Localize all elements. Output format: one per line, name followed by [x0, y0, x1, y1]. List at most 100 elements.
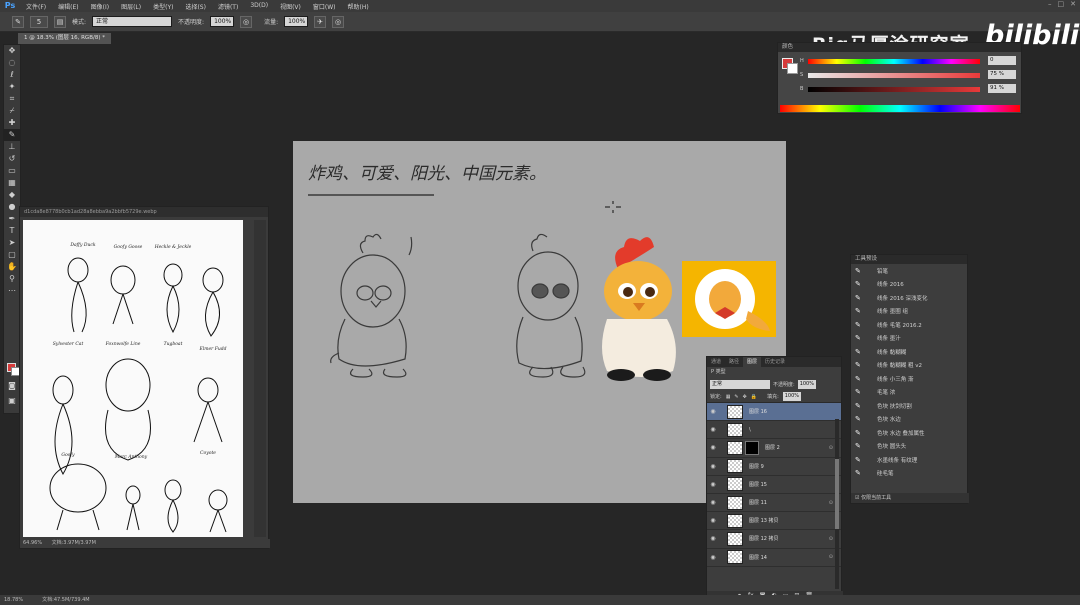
visibility-eye-icon[interactable]: ◉ [707, 444, 719, 451]
visibility-eye-icon[interactable]: ◉ [707, 499, 719, 506]
mode-select[interactable]: 正常 [92, 16, 173, 27]
saturation-value[interactable]: 75 % [988, 70, 1016, 79]
more-tools-icon[interactable]: ⋯ [4, 285, 20, 297]
tool-preset-item[interactable]: ✎ 毛笔 浓 [851, 386, 967, 400]
layer-row[interactable]: ◉ 图层 16 [707, 403, 841, 422]
menu-item[interactable]: 滤镜(T) [212, 2, 244, 11]
hue-value[interactable]: 0 [988, 56, 1016, 65]
pen-tool-icon[interactable]: ✒ [4, 213, 20, 225]
tool-preset-item[interactable]: ✎ 硅毛笔 [851, 467, 967, 481]
eraser-icon[interactable]: ▭ [4, 165, 20, 177]
reference-scrollbar[interactable] [254, 220, 266, 537]
layer-row[interactable]: ◉ 图层 11 ⊙ [707, 494, 841, 513]
menu-item[interactable]: 视图(V) [274, 2, 307, 11]
tool-preset-item[interactable]: ✎ 线条 黏糊糊 [851, 345, 967, 359]
hue-slider[interactable]: H 0 [800, 56, 1016, 65]
visibility-eye-icon[interactable]: ◉ [707, 554, 719, 561]
document-tab[interactable]: 1 @ 18.3% (图层 16, RGB/8) * [18, 33, 111, 44]
lasso-tool-icon[interactable]: ℓ [4, 69, 20, 81]
tool-presets-footer[interactable]: ☑ 仅限当前工具 [851, 493, 969, 503]
tool-preset-item[interactable]: ✎ 铅笔 [851, 264, 967, 278]
brush-tool-icon[interactable]: ✎ [12, 15, 24, 28]
gradient-icon[interactable]: ▦ [4, 177, 20, 189]
layers-scrollbar[interactable] [835, 419, 839, 589]
airbrush-icon[interactable]: ✈ [314, 15, 327, 28]
lock-transparent-icon[interactable]: ▦ [726, 394, 731, 400]
tab-layers[interactable]: 图层 [743, 357, 762, 367]
fill-input[interactable]: 100% [782, 392, 802, 401]
reference-image-window[interactable]: d1cda8e8778b0cb1ad28a8ebba9a2bbfb5729e.w… [19, 206, 270, 549]
color-background-swatch[interactable] [787, 63, 798, 74]
tool-preset-item[interactable]: ✎ 线条 2016 深浅变化 [851, 291, 967, 305]
tab-channels[interactable]: 通道 [707, 357, 725, 367]
layer-filter[interactable]: P 类型 [707, 367, 841, 378]
blur-tool-icon[interactable]: ◆ [4, 189, 20, 201]
brightness-slider[interactable]: B 91 % [800, 84, 1016, 93]
zoom-tool-icon[interactable]: ⚲ [4, 273, 20, 285]
path-select-icon[interactable]: ➤ [4, 237, 20, 249]
layer-row[interactable]: ◉ 图层 15 [707, 476, 841, 494]
history-brush-icon[interactable]: ↺ [4, 153, 20, 165]
tab-history[interactable]: 历史记录 [761, 357, 789, 367]
layer-opacity-input[interactable]: 100% [797, 380, 816, 389]
brightness-value[interactable]: 91 % [988, 84, 1016, 93]
quick-mask-icon[interactable]: ◙ [4, 380, 20, 392]
tool-preset-item[interactable]: ✎ 线条 小三角 渐 [851, 372, 967, 386]
layer-row[interactable]: ◉ 图层 2 ⊙ [707, 439, 841, 458]
menu-item[interactable]: 图层(L) [115, 2, 147, 11]
lock-position-icon[interactable]: ✥ [743, 394, 747, 400]
tool-preset-item[interactable]: ✎ 色块 水边 [851, 413, 967, 427]
tool-preset-item[interactable]: ✎ 线条 黏糊糊 粗 v2 [851, 359, 967, 373]
visibility-eye-icon[interactable]: ◉ [707, 408, 719, 415]
healing-brush-icon[interactable]: ✚ [4, 117, 20, 129]
tool-preset-item[interactable]: ✎ 色块 扶剑切割 [851, 399, 967, 413]
layer-row[interactable]: ◉ 图层 9 [707, 458, 841, 476]
eyedropper-icon[interactable]: ⌿ [4, 105, 20, 117]
brush-panel-toggle-icon[interactable]: ▤ [54, 15, 66, 28]
color-spectrum-bar[interactable] [780, 105, 1020, 112]
tool-preset-item[interactable]: ✎ 线条 墨圈 组 [851, 305, 967, 319]
brush-tool-icon[interactable]: ✎ [4, 129, 20, 141]
move-tool-icon[interactable]: ✥ [4, 45, 20, 57]
tool-preset-item[interactable]: ✎ 线条 墨汁 [851, 332, 967, 346]
tab-paths[interactable]: 路径 [725, 357, 743, 367]
pressure-size-icon[interactable]: ◎ [332, 15, 345, 28]
visibility-eye-icon[interactable]: ◉ [707, 481, 719, 488]
tool-preset-item[interactable]: ✎ 色块 水边 叠加属性 [851, 426, 967, 440]
minimize-icon[interactable]: – [1048, 0, 1052, 8]
screen-mode-icon[interactable]: ▣ [4, 395, 20, 407]
visibility-eye-icon[interactable]: ◉ [707, 535, 719, 542]
menu-item[interactable]: 窗口(W) [307, 2, 342, 11]
layer-mask-thumbnail[interactable] [745, 440, 759, 455]
menu-item[interactable]: 帮助(H) [342, 2, 375, 11]
dodge-tool-icon[interactable]: ● [4, 201, 20, 213]
clone-stamp-icon[interactable]: ⊥ [4, 141, 20, 153]
type-tool-icon[interactable]: T [4, 225, 20, 237]
layer-row[interactable]: ◉ \ [707, 421, 841, 440]
close-icon[interactable]: ✕ [1070, 0, 1076, 8]
hand-tool-icon[interactable]: ✋ [4, 261, 20, 273]
shape-tool-icon[interactable]: ▢ [4, 249, 20, 261]
visibility-eye-icon[interactable]: ◉ [707, 463, 719, 470]
opacity-pressure-icon[interactable]: ◎ [240, 15, 253, 28]
magic-wand-icon[interactable]: ✦ [4, 81, 20, 93]
blend-mode-select[interactable]: 正常 [710, 380, 770, 389]
opacity-input[interactable]: 100% [210, 16, 235, 27]
tool-preset-item[interactable]: ✎ 线条 2016 [851, 278, 967, 292]
tool-preset-item[interactable]: ✎ 色块 圆头头 [851, 440, 967, 454]
crop-tool-icon[interactable]: ⌗ [4, 93, 20, 105]
layer-row[interactable]: ◉ 图层 14 ⊙ [707, 549, 841, 567]
menu-item[interactable]: 编辑(E) [52, 2, 84, 11]
reference-window-title[interactable]: d1cda8e8778b0cb1ad28a8ebba9a2bbfb5729e.w… [20, 207, 268, 217]
tool-preset-item[interactable]: ✎ 线条 毛笔 2016.2 [851, 318, 967, 332]
menu-item[interactable]: 文件(F) [20, 2, 52, 11]
brush-preset-picker[interactable]: 5 [30, 15, 48, 28]
lock-pixels-icon[interactable]: ✎ [734, 394, 738, 400]
layer-row[interactable]: ◉ 图层 12 拷贝 ⊙ [707, 530, 841, 549]
marquee-tool-icon[interactable]: ◌ [4, 57, 20, 69]
menu-item[interactable]: 类型(Y) [147, 2, 179, 11]
tool-preset-item[interactable]: ✎ 水墨线条 有纹理 [851, 453, 967, 467]
saturation-slider[interactable]: S 75 % [800, 70, 1016, 79]
layer-row[interactable]: ◉ 图层 13 拷贝 [707, 512, 841, 531]
maximize-icon[interactable]: □ [1058, 0, 1065, 8]
